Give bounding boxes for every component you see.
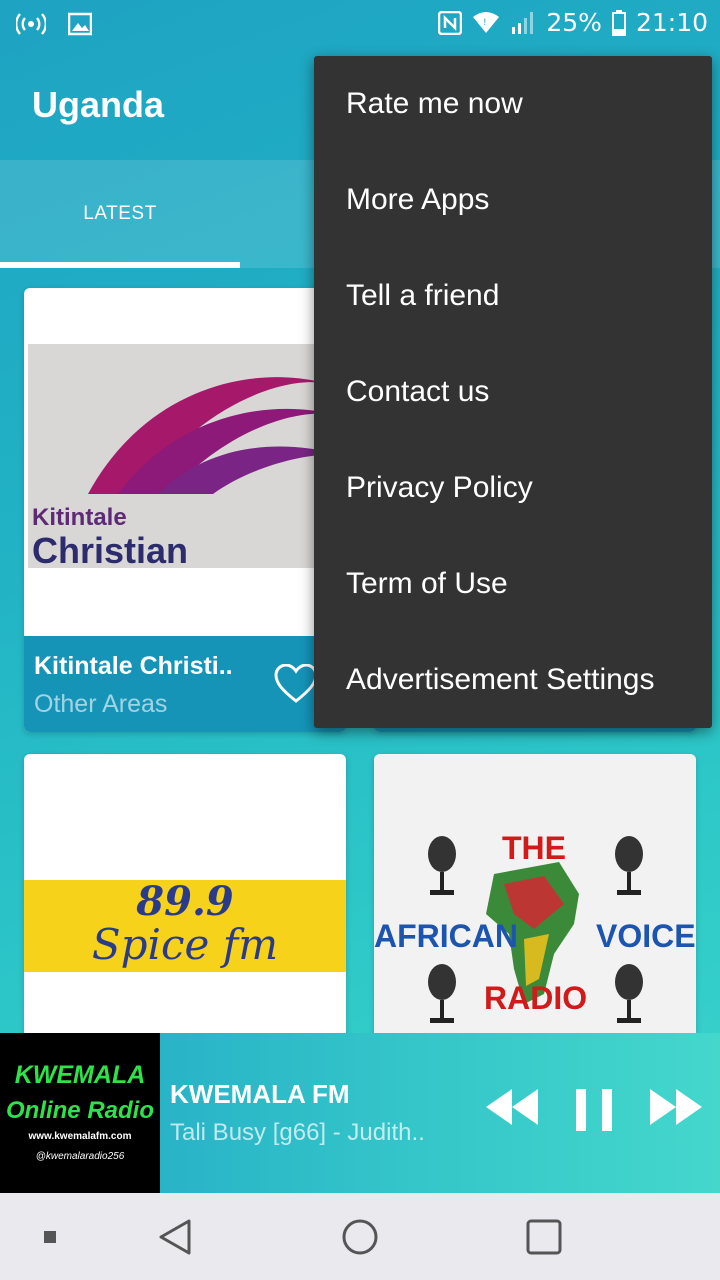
menu-item-more-apps[interactable]: More Apps (314, 152, 712, 248)
nav-menu-dot-icon[interactable] (30, 1193, 70, 1280)
player-track: Tali Busy [g66] - Judith.. (170, 1119, 425, 1146)
logo-text: VOICE (596, 918, 696, 954)
recents-icon[interactable] (514, 1193, 574, 1280)
player-artwork: KWEMALA Online Radio www.kwemalafm.com @… (0, 1033, 160, 1193)
menu-item-ad-settings[interactable]: Advertisement Settings (314, 632, 712, 728)
microphone-icon (428, 836, 456, 895)
battery-icon (611, 9, 626, 36)
svg-text:!: ! (483, 18, 487, 28)
status-bar: ! 25% 21:10 (0, 0, 720, 52)
station-logo: 89.9 Spice fm (24, 878, 346, 972)
art-text: Online Radio (5, 1097, 154, 1124)
microphone-icon (428, 964, 456, 1023)
overflow-menu: Rate me now More Apps Tell a friend Cont… (314, 56, 712, 728)
page-title: Uganda (32, 84, 165, 125)
art-text: KWEMALA (14, 1061, 146, 1089)
back-icon[interactable] (145, 1193, 205, 1280)
logo-text: RADIO (484, 980, 588, 1016)
home-icon[interactable] (330, 1193, 390, 1280)
logo-text: 89.9 (136, 878, 234, 925)
menu-item-terms[interactable]: Term of Use (314, 536, 712, 632)
nfc-icon (438, 10, 463, 35)
microphone-icon (615, 964, 643, 1023)
pause-icon[interactable] (574, 1089, 614, 1136)
station-card[interactable]: Kitintale Christian Kitintale Christi.. … (24, 288, 346, 732)
station-area: Other Areas (34, 690, 168, 718)
mini-player[interactable]: KWEMALA Online Radio www.kwemalafm.com @… (0, 1033, 720, 1193)
station-logo: THE AFRICAN VOICE RADIO (374, 754, 696, 1054)
art-text: www.kwemalafm.com (28, 1131, 132, 1142)
station-name: Kitintale Christi.. (34, 652, 233, 680)
tab-indicator (0, 262, 240, 268)
menu-item-contact[interactable]: Contact us (314, 344, 712, 440)
card-footer: Kitintale Christi.. Other Areas (24, 636, 346, 732)
battery-percent: 25% (546, 8, 602, 37)
station-logo: Kitintale Christian (28, 344, 346, 571)
wifi-icon: ! (472, 11, 500, 35)
logo-text: Kitintale (32, 504, 127, 531)
image-icon (68, 12, 92, 36)
fast-forward-icon[interactable] (648, 1085, 704, 1134)
player-station-name: KWEMALA FM (170, 1079, 350, 1109)
tab-latest[interactable]: LATEST (0, 160, 240, 268)
menu-item-tell-friend[interactable]: Tell a friend (314, 248, 712, 344)
menu-item-rate[interactable]: Rate me now (314, 56, 712, 152)
navigation-bar (0, 1193, 720, 1280)
art-text: @kwemalaradio256 (35, 1151, 125, 1162)
favorite-heart-icon[interactable] (274, 663, 318, 709)
hotspot-icon (16, 13, 46, 35)
logo-text: Spice fm (91, 920, 279, 969)
logo-text: AFRICAN (374, 918, 518, 954)
logo-text: Christian (32, 530, 189, 571)
logo-text: THE (502, 830, 566, 866)
station-card[interactable]: 89.9 Spice fm (24, 754, 346, 1054)
clock: 21:10 (635, 8, 708, 37)
rewind-icon[interactable] (484, 1085, 540, 1134)
microphone-icon (615, 836, 643, 895)
station-card[interactable]: THE AFRICAN VOICE RADIO (374, 754, 696, 1054)
menu-item-privacy[interactable]: Privacy Policy (314, 440, 712, 536)
signal-icon (510, 11, 536, 35)
